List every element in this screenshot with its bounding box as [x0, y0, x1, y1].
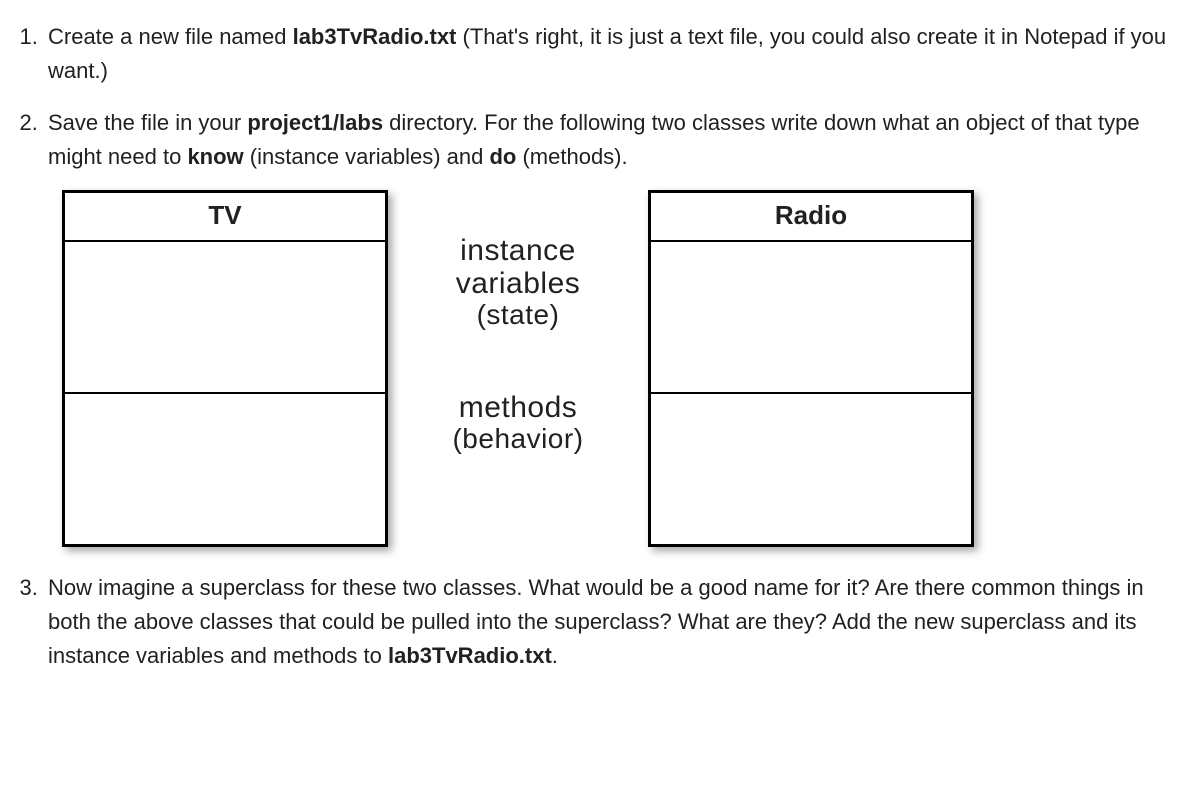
class-diagram: TV instance variables (state) methods (b…: [62, 190, 1190, 546]
text: methods: [452, 391, 583, 424]
text: (state): [456, 300, 581, 331]
text: .: [552, 643, 558, 668]
text: (behavior): [452, 424, 583, 455]
instruction-item-1: Create a new file named lab3TvRadio.txt …: [44, 20, 1190, 88]
radio-methods-area: [651, 394, 971, 544]
middle-labels: instance variables (state) methods (beha…: [388, 190, 648, 455]
instruction-item-3: Now imagine a superclass for these two c…: [44, 571, 1190, 673]
label-instance-variables: instance variables (state): [456, 234, 581, 331]
tv-instance-vars-area: [65, 242, 385, 394]
filename: lab3TvRadio.txt: [388, 643, 552, 668]
radio-instance-vars-area: [651, 242, 971, 394]
emph-know: know: [187, 144, 243, 169]
text: Save the file in your: [48, 110, 247, 135]
text: (instance variables) and: [244, 144, 490, 169]
text: Now imagine a superclass for these two c…: [48, 575, 1144, 668]
class-box-tv: TV: [62, 190, 388, 546]
class-title-tv: TV: [65, 193, 385, 241]
path: project1/labs: [247, 110, 383, 135]
text: instance: [456, 234, 581, 267]
class-box-radio: Radio: [648, 190, 974, 546]
instruction-list: Create a new file named lab3TvRadio.txt …: [10, 20, 1190, 673]
filename: lab3TvRadio.txt: [293, 24, 457, 49]
class-title-radio: Radio: [651, 193, 971, 241]
label-methods: methods (behavior): [452, 391, 583, 455]
instruction-item-2: Save the file in your project1/labs dire…: [44, 106, 1190, 546]
text: Create a new file named: [48, 24, 293, 49]
text: (methods).: [516, 144, 627, 169]
emph-do: do: [489, 144, 516, 169]
tv-methods-area: [65, 394, 385, 544]
text: variables: [456, 267, 581, 300]
